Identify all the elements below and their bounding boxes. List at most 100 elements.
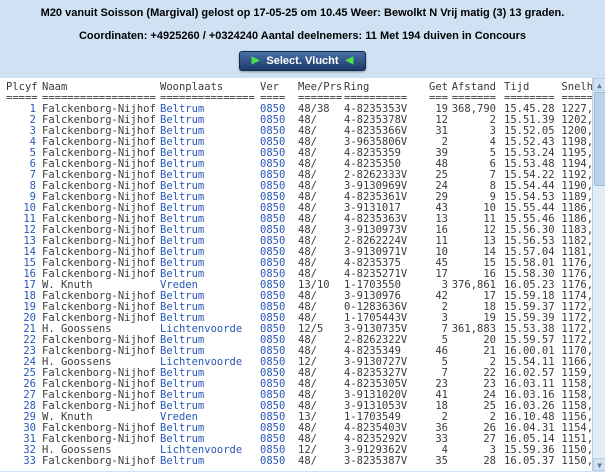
cell-mee-prs: 48/ (298, 291, 344, 302)
col-header-afstand: Afstand (448, 82, 496, 93)
cell-ver: 0850 (260, 192, 298, 203)
cell-mee-prs: 13/10 (298, 280, 344, 291)
cell-ver: 0850 (260, 115, 298, 126)
cell-mee-prs: 48/ (298, 335, 344, 346)
cell-afstand: 12 (448, 225, 496, 236)
cell-afstand: 20 (448, 335, 496, 346)
cell-tijd: 15.58.30 (496, 269, 556, 280)
cell-tijd: 16.02.57 (496, 368, 556, 379)
cell-plcyf: 20 (6, 313, 42, 324)
cell-woonplaats: Beltrum (160, 214, 260, 225)
cell-snelheid: 1200,884 (556, 126, 592, 137)
cell-ring: 4-8235271V (344, 269, 420, 280)
cell-ver: 0850 (260, 236, 298, 247)
table-row: 9Falckenborg-NijhofBeltrum085048/4-82353… (6, 192, 592, 203)
cell-ring: 1-1703550 (344, 280, 420, 291)
cell-get: 29 (420, 192, 448, 203)
cell-ver: 0850 (260, 148, 298, 159)
cell-naam: Falckenborg-Nijhof (42, 313, 160, 324)
table-row: 14Falckenborg-NijhofBeltrum085048/3-9130… (6, 247, 592, 258)
cell-plcyf: 32 (6, 445, 42, 456)
cell-tijd: 16.05.23 (496, 280, 556, 291)
cell-tijd: 16.03.26 (496, 401, 556, 412)
cell-plcyf: 31 (6, 434, 42, 445)
cell-mee-prs: 48/ (298, 236, 344, 247)
cell-ring: 4-8235375 (344, 258, 420, 269)
cell-woonplaats: Beltrum (160, 137, 260, 148)
cell-snelheid: 1202,581 (556, 115, 592, 126)
table-row: 25Falckenborg-NijhofBeltrum085048/4-8235… (6, 368, 592, 379)
cell-tijd: 16.10.48 (496, 412, 556, 423)
cell-naam: Falckenborg-Nijhof (42, 247, 160, 258)
separator: =============== (160, 93, 260, 104)
cell-tijd: 15.45.28 (496, 104, 556, 115)
cell-woonplaats: Beltrum (160, 126, 260, 137)
cell-plcyf: 30 (6, 423, 42, 434)
cell-ring: 4-8235327V (344, 368, 420, 379)
table-row: 27Falckenborg-NijhofBeltrum085048/3-9131… (6, 390, 592, 401)
cell-tijd: 16.05.14 (496, 434, 556, 445)
table-row: 4Falckenborg-NijhofBeltrum085048/3-96358… (6, 137, 592, 148)
cell-snelheid: 1150,197 (556, 456, 592, 467)
cell-woonplaats: Beltrum (160, 269, 260, 280)
cell-get: 18 (420, 401, 448, 412)
cell-tijd: 16.03.16 (496, 390, 556, 401)
table-row: 17W. KnuthVreden085013/101-17035503376,8… (6, 280, 592, 291)
cell-tijd: 15.54.22 (496, 170, 556, 181)
cell-ver: 0850 (260, 390, 298, 401)
cell-snelheid: 1186,779 (556, 203, 592, 214)
cell-woonplaats: Beltrum (160, 302, 260, 313)
cell-woonplaats: Beltrum (160, 368, 260, 379)
table-row: 13Falckenborg-NijhofBeltrum085048/2-8262… (6, 236, 592, 247)
cell-ver: 0850 (260, 324, 298, 335)
cell-plcyf: 12 (6, 225, 42, 236)
cell-ver: 0850 (260, 445, 298, 456)
cell-get: 45 (420, 258, 448, 269)
separator: ========== (344, 93, 420, 104)
cell-afstand: 28 (448, 456, 496, 467)
cell-afstand: 9 (448, 192, 496, 203)
table-row: 11Falckenborg-NijhofBeltrum085048/4-8235… (6, 214, 592, 225)
cell-ring: 4-8235403V (344, 423, 420, 434)
cell-woonplaats: Beltrum (160, 335, 260, 346)
table-row: 19Falckenborg-NijhofBeltrum085048/0-1283… (6, 302, 592, 313)
cell-plcyf: 29 (6, 412, 42, 423)
cell-woonplaats: Beltrum (160, 258, 260, 269)
cell-get: 16 (420, 225, 448, 236)
separator: ======= (448, 93, 496, 104)
select-vlucht-button[interactable]: ▶ Select. Vlucht ◀ (239, 51, 367, 71)
cell-mee-prs: 48/ (298, 258, 344, 269)
cell-plcyf: 23 (6, 346, 42, 357)
cell-plcyf: 6 (6, 159, 42, 170)
cell-afstand: 5 (448, 148, 496, 159)
cell-ver: 0850 (260, 137, 298, 148)
scrollbar-thumb[interactable] (594, 92, 605, 186)
cell-mee-prs: 48/ (298, 126, 344, 137)
race-header: M20 vanuit Soisson (Margival) gelost op … (0, 0, 605, 78)
cell-snelheid: 1186,651 (556, 214, 592, 225)
cell-snelheid: 1182,403 (556, 236, 592, 247)
scroll-down-icon[interactable]: ▼ (593, 458, 605, 471)
table-row: 6Falckenborg-NijhofBeltrum085048/4-82353… (6, 159, 592, 170)
scroll-up-icon[interactable]: ▲ (593, 78, 605, 91)
cell-mee-prs: 12/5 (298, 324, 344, 335)
cell-naam: Falckenborg-Nijhof (42, 258, 160, 269)
cell-plcyf: 5 (6, 148, 42, 159)
cell-afstand: 27 (448, 434, 496, 445)
vertical-scrollbar[interactable]: ▲ ▼ (592, 78, 605, 471)
cell-afstand: 2 (448, 412, 496, 423)
cell-plcyf: 19 (6, 302, 42, 313)
cell-naam: Falckenborg-Nijhof (42, 390, 160, 401)
cell-afstand: 17 (448, 291, 496, 302)
cell-ver: 0850 (260, 269, 298, 280)
cell-get: 31 (420, 126, 448, 137)
cell-snelheid: 1192,021 (556, 170, 592, 181)
cell-afstand: 10 (448, 203, 496, 214)
cell-plcyf: 25 (6, 368, 42, 379)
cell-woonplaats: Beltrum (160, 148, 260, 159)
cell-woonplaats: Beltrum (160, 225, 260, 236)
cell-mee-prs: 48/ (298, 148, 344, 159)
cell-afstand: 4 (448, 137, 496, 148)
cell-naam: Falckenborg-Nijhof (42, 335, 160, 346)
table-row: 1Falckenborg-NijhofBeltrum085048/384-823… (6, 104, 592, 115)
